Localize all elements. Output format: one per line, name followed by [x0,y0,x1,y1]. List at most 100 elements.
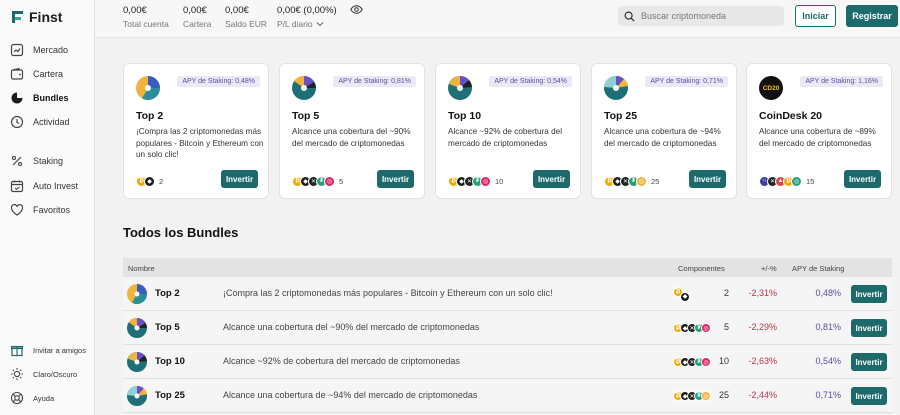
stat-label: Saldo EUR [225,19,268,29]
login-button[interactable]: Iniciar [795,5,836,27]
row-count: 5 [723,322,729,332]
stat-saldo-eur: 0,00€ Saldo EUR [225,5,267,29]
stat-value: 0,00€ [225,5,249,16]
clock-icon [10,115,24,129]
row-description: Alcance una cobertura del ~90% del merca… [223,322,480,332]
sidebar-item-cartera[interactable]: Cartera [10,66,63,82]
sidebar: Finst Mercado Cartera Bundles Actividad … [0,0,95,415]
coindesk-icon-label: CD20 [762,84,780,92]
sidebar-item-label: Auto Invest [33,181,79,191]
bundle-top-2-icon [136,76,160,100]
invest-button[interactable]: Invertir [851,353,887,371]
sidebar-item-auto-invest[interactable]: Auto Invest [10,178,78,194]
sidebar-item-mercado[interactable]: Mercado [10,42,68,58]
bundle-name: Top 25 [604,110,638,122]
chart-icon [10,43,24,57]
heart-icon [10,203,24,216]
invest-button[interactable]: Invertir [689,170,726,188]
coin-count: 10 [495,176,504,186]
sidebar-item-invitar[interactable]: Invitar a amigos [10,342,86,358]
sidebar-item-label: Staking [33,156,64,166]
gift-icon [10,345,24,357]
coindesk-icon: CD20 [759,76,783,100]
calendar-icon [10,180,24,193]
search-box[interactable] [618,6,784,26]
coin-icon: ◎ [636,175,647,187]
stat-value: 0,00€ (0,00%) [277,5,337,16]
row-change: -2,44% [748,390,777,400]
sidebar-item-actividad[interactable]: Actividad [10,114,70,130]
table-row[interactable]: Top 10 Alcance ~92% de cobertura del mer… [123,345,892,379]
invest-button[interactable]: Invertir [844,170,881,188]
coin-icon: ◎ [324,175,335,187]
app-name: Finst [29,9,63,25]
bundle-top-10-icon [448,76,472,100]
coin-icon: ◎ [480,175,491,187]
bundle-top-5-icon [127,318,147,338]
bundle-card-top-10[interactable]: APY de Staking: 0,54% Top 10 Alcance ~92… [435,63,581,199]
sidebar-item-ayuda[interactable]: Ayuda [10,390,54,406]
bundle-name: Top 10 [448,110,482,122]
invest-button[interactable]: Invertir [851,285,887,303]
row-apy: 0,71% [815,390,841,400]
sidebar-item-label: Bundles [33,93,69,103]
search-input[interactable] [641,11,781,21]
bundle-name: Top 5 [292,110,320,122]
bundle-description: Alcance una cobertura de ~89% del mercad… [759,127,876,148]
row-coins: ₿ ◆ ✕ ₮ ◎ [673,355,711,369]
table-row[interactable]: Top 2 ¡Compra las 2 criptomonedas más po… [123,277,892,311]
finst-logo-icon [12,11,23,23]
row-apy: 0,48% [815,288,841,298]
sidebar-item-favoritos[interactable]: Favoritos [10,202,70,218]
bundle-card-coindesk-20[interactable]: CD20 APY de Staking: 1,16% CoinDesk 20 A… [746,63,892,199]
top-header: 0,00€ Total cuenta 0,00€ Cartera 0,00€ S… [95,0,900,38]
row-change: -2,29% [748,322,777,332]
sidebar-item-bundles[interactable]: Bundles [10,90,69,106]
row-change: -2,63% [748,356,777,366]
col-nombre: Nombre [128,264,155,273]
stat-value: 0,00€ [123,5,147,16]
row-name: Top 2 [155,288,180,299]
bundle-coins: ₿ ◆ ✕ ₮ ◎ 10 [448,174,503,188]
coin-icon: ◎ [701,391,711,401]
section-title: Todos los Bundles [123,225,239,240]
sun-icon [11,368,23,380]
eye-icon[interactable] [350,5,363,14]
row-description: Alcance ~92% de cobertura del mercado de… [223,356,460,366]
apy-badge: APY de Staking: 1,16% [800,76,883,87]
bundle-description: ¡Compra las 2 criptomonedas más populare… [136,127,264,159]
apy-badge: APY de Staking: 0,81% [333,76,416,87]
bundle-card-top-25[interactable]: APY de Staking: 0,71% Top 25 Alcance una… [591,63,737,199]
register-button[interactable]: Registrar [846,5,898,27]
stat-cartera: 0,00€ Cartera [183,5,211,29]
row-count: 25 [719,390,730,400]
col-change: +/-% [761,264,777,273]
col-apy: APY de Staking [792,264,845,273]
pie-icon [11,92,23,104]
bundle-description: Alcance ~92% de cobertura del mercado de… [448,127,563,148]
bundle-card-top-5[interactable]: APY de Staking: 0,81% Top 5 Alcance una … [279,63,425,199]
chevron-down-icon [316,22,323,27]
coin-count: 2 [159,176,164,186]
apy-badge: APY de Staking: 0,71% [645,76,728,87]
help-icon [10,391,24,405]
bundle-top-10-icon [127,352,147,372]
invest-button[interactable]: Invertir [851,387,887,405]
sidebar-item-claro-oscuro[interactable]: Claro/Oscuro [10,366,77,382]
invest-button[interactable]: Invertir [851,319,887,337]
logo[interactable]: Finst [10,8,62,26]
sidebar-item-staking[interactable]: Staking [10,153,63,169]
bundle-top-5-icon [292,76,316,100]
stat-pl-diario[interactable]: 0,00€ (0,00%) P/L diario [277,5,337,29]
invest-button[interactable]: Invertir [221,170,258,188]
invest-button[interactable]: Invertir [533,170,570,188]
table-row[interactable]: Top 25 Alcance una cobertura de ~94% del… [123,379,892,413]
bundle-top-2-icon [127,284,147,304]
stat-label: Cartera [183,19,212,29]
stat-label: P/L diario [277,19,313,29]
table-row[interactable]: Top 5 Alcance una cobertura del ~90% del… [123,311,892,345]
bundle-coins: ○ ✕ ▲ ₿ ◎ 15 [759,174,814,188]
invest-button[interactable]: Invertir [377,170,414,188]
bundle-card-top-2[interactable]: APY de Staking: 0,48% Top 2 ¡Compra las … [123,63,269,199]
bundle-name: CoinDesk 20 [759,110,823,122]
